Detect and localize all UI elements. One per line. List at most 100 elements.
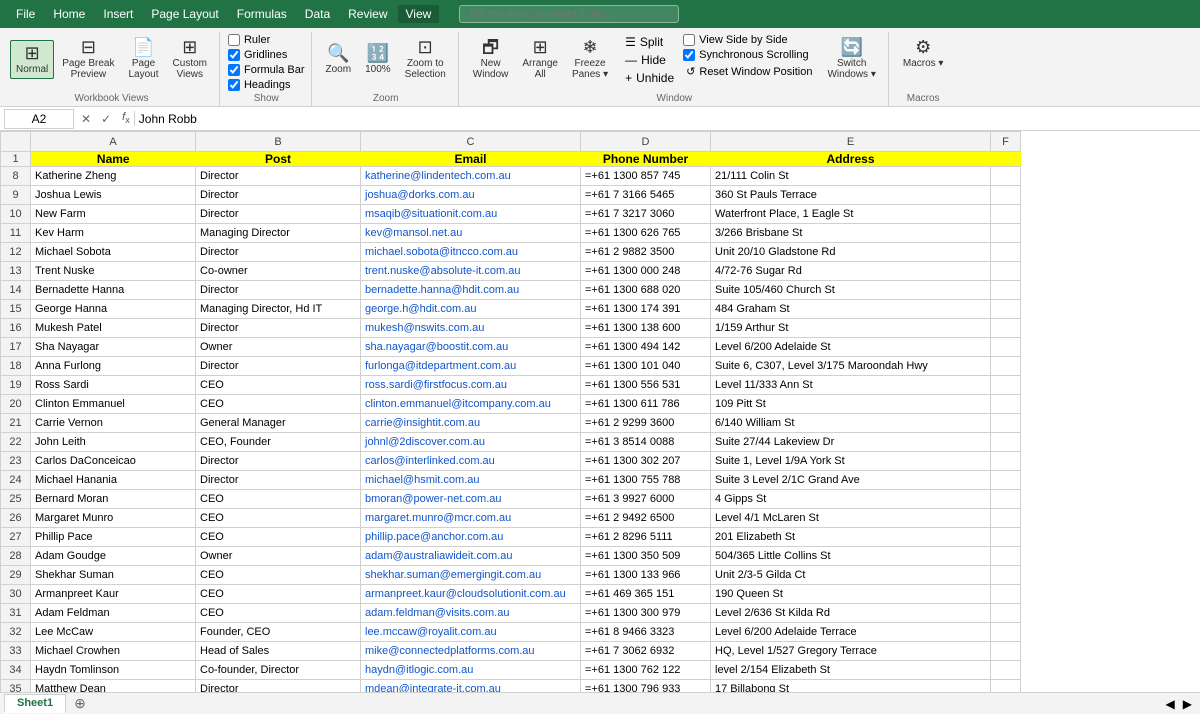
table-cell[interactable]: Phillip Pace xyxy=(31,528,196,547)
formula-input[interactable] xyxy=(139,112,1196,126)
table-cell[interactable]: =+61 1300 101 040 xyxy=(581,357,711,376)
table-cell[interactable]: 360 St Pauls Terrace xyxy=(711,186,991,205)
table-cell[interactable] xyxy=(991,509,1021,528)
table-cell[interactable]: =+61 1300 688 020 xyxy=(581,281,711,300)
table-cell[interactable]: 484 Graham St xyxy=(711,300,991,319)
table-cell[interactable] xyxy=(991,376,1021,395)
formula-bar-checkbox[interactable]: Formula Bar xyxy=(228,64,305,76)
table-cell[interactable]: sha.nayagar@boostit.com.au xyxy=(361,338,581,357)
table-cell[interactable] xyxy=(991,167,1021,186)
table-cell[interactable]: Bernard Moran xyxy=(31,490,196,509)
formula-bar-check-input[interactable] xyxy=(228,64,240,76)
table-cell[interactable]: Suite 27/44 Lakeview Dr xyxy=(711,433,991,452)
table-cell[interactable]: =+61 3 9927 6000 xyxy=(581,490,711,509)
table-cell[interactable]: Director xyxy=(196,243,361,262)
table-cell[interactable]: Level 11/333 Ann St xyxy=(711,376,991,395)
table-cell[interactable]: Co-owner xyxy=(196,262,361,281)
table-cell[interactable]: Lee McCaw xyxy=(31,623,196,642)
title-bar-menu[interactable]: File Home Insert Page Layout Formulas Da… xyxy=(8,5,439,23)
scroll-right-btn[interactable]: ▶ xyxy=(1179,697,1196,711)
table-cell[interactable]: Shekhar Suman xyxy=(31,566,196,585)
table-cell[interactable]: clinton.emmanuel@itcompany.com.au xyxy=(361,395,581,414)
new-window-button[interactable]: 🗗 NewWindow xyxy=(467,34,515,84)
table-cell[interactable]: michael.sobota@itncco.com.au xyxy=(361,243,581,262)
table-cell[interactable]: mdean@integrate-it.com.au xyxy=(361,680,581,693)
home-menu-item[interactable]: Home xyxy=(45,5,93,23)
table-cell[interactable]: =+61 7 3166 5465 xyxy=(581,186,711,205)
unhide-button[interactable]: + Unhide xyxy=(622,70,677,86)
col-header-f[interactable]: F xyxy=(991,132,1021,152)
headings-checkbox[interactable]: Headings xyxy=(228,79,290,91)
ruler-check-input[interactable] xyxy=(228,34,240,46)
scroll-left-btn[interactable]: ◀ xyxy=(1162,697,1179,711)
table-cell[interactable]: Managing Director xyxy=(196,224,361,243)
table-cell[interactable]: george.h@hdit.com.au xyxy=(361,300,581,319)
table-cell[interactable]: Sha Nayagar xyxy=(31,338,196,357)
table-cell[interactable] xyxy=(991,395,1021,414)
table-cell[interactable]: Director xyxy=(196,319,361,338)
switch-windows-button[interactable]: 🔄 SwitchWindows ▾ xyxy=(821,34,881,84)
table-cell[interactable]: =+61 8 9466 3323 xyxy=(581,623,711,642)
table-cell[interactable]: bernadette.hanna@hdit.com.au xyxy=(361,281,581,300)
table-cell[interactable] xyxy=(991,471,1021,490)
table-cell[interactable]: Suite 105/460 Church St xyxy=(711,281,991,300)
table-cell[interactable]: Clinton Emmanuel xyxy=(31,395,196,414)
table-cell[interactable] xyxy=(991,205,1021,224)
data-menu-item[interactable]: Data xyxy=(297,5,338,23)
col-header-e[interactable]: E xyxy=(711,132,991,152)
table-cell[interactable]: 6/140 William St xyxy=(711,414,991,433)
table-cell[interactable]: =+61 1300 302 207 xyxy=(581,452,711,471)
zoom-button[interactable]: 🔍 Zoom xyxy=(320,40,358,79)
table-cell[interactable]: CEO xyxy=(196,528,361,547)
table-cell[interactable]: 201 Elizabeth St xyxy=(711,528,991,547)
sheet-grid[interactable]: A B C D E F 1NamePostEmailPhone NumberAd… xyxy=(0,131,1200,692)
table-cell[interactable]: Michael Sobota xyxy=(31,243,196,262)
table-cell[interactable] xyxy=(991,642,1021,661)
table-cell[interactable]: Carrie Vernon xyxy=(31,414,196,433)
table-cell[interactable]: Joshua Lewis xyxy=(31,186,196,205)
table-cell[interactable]: 21/111 Colin St xyxy=(711,167,991,186)
name-box[interactable] xyxy=(4,109,74,129)
zoom-100-button[interactable]: 🔢 100% xyxy=(359,40,397,79)
cancel-formula-btn[interactable]: ✕ xyxy=(78,111,94,127)
table-cell[interactable] xyxy=(991,566,1021,585)
gridlines-check-input[interactable] xyxy=(228,49,240,61)
table-cell[interactable]: Head of Sales xyxy=(196,642,361,661)
table-cell[interactable]: Director xyxy=(196,452,361,471)
table-cell[interactable]: CEO xyxy=(196,509,361,528)
table-cell[interactable]: CEO xyxy=(196,395,361,414)
table-cell[interactable] xyxy=(991,281,1021,300)
table-cell[interactable]: =+61 1300 000 248 xyxy=(581,262,711,281)
table-cell[interactable]: Armanpreet Kaur xyxy=(31,585,196,604)
table-cell[interactable]: Adam Feldman xyxy=(31,604,196,623)
headings-check-input[interactable] xyxy=(228,79,240,91)
table-cell[interactable]: =+61 2 9299 3600 xyxy=(581,414,711,433)
table-cell[interactable]: =+61 2 8296 5111 xyxy=(581,528,711,547)
table-cell[interactable]: Director xyxy=(196,680,361,693)
table-cell[interactable] xyxy=(991,433,1021,452)
table-cell[interactable]: =+61 1300 611 786 xyxy=(581,395,711,414)
table-cell[interactable]: trent.nuske@absolute-it.com.au xyxy=(361,262,581,281)
table-cell[interactable]: =+61 1300 762 122 xyxy=(581,661,711,680)
sync-scroll-check[interactable] xyxy=(683,49,695,61)
table-cell[interactable]: Founder, CEO xyxy=(196,623,361,642)
reset-window-button[interactable]: ↺ Reset Window Position xyxy=(683,64,815,79)
zoom-to-selection-button[interactable]: ⊡ Zoom toSelection xyxy=(399,34,452,84)
table-cell[interactable]: Carlos DaConceicao xyxy=(31,452,196,471)
table-cell[interactable]: Adam Goudge xyxy=(31,547,196,566)
confirm-formula-btn[interactable]: ✓ xyxy=(98,111,114,127)
table-cell[interactable]: =+61 1300 133 966 xyxy=(581,566,711,585)
page-layout-button[interactable]: 📄 PageLayout xyxy=(123,34,165,84)
table-cell[interactable] xyxy=(991,319,1021,338)
table-cell[interactable]: adam@australiawideit.com.au xyxy=(361,547,581,566)
table-cell[interactable]: Suite 6, C307, Level 3/175 Maroondah Hwy xyxy=(711,357,991,376)
table-cell[interactable]: Katherine Zheng xyxy=(31,167,196,186)
table-cell[interactable]: adam.feldman@visits.com.au xyxy=(361,604,581,623)
table-cell[interactable]: 4/72-76 Sugar Rd xyxy=(711,262,991,281)
table-cell[interactable]: 4 Gipps St xyxy=(711,490,991,509)
table-cell[interactable]: Email xyxy=(361,152,581,167)
table-cell[interactable]: johnl@2discover.com.au xyxy=(361,433,581,452)
normal-button[interactable]: ⊞ Normal xyxy=(10,40,54,79)
table-cell[interactable]: Michael Crowhen xyxy=(31,642,196,661)
table-cell[interactable]: =+61 1300 755 788 xyxy=(581,471,711,490)
